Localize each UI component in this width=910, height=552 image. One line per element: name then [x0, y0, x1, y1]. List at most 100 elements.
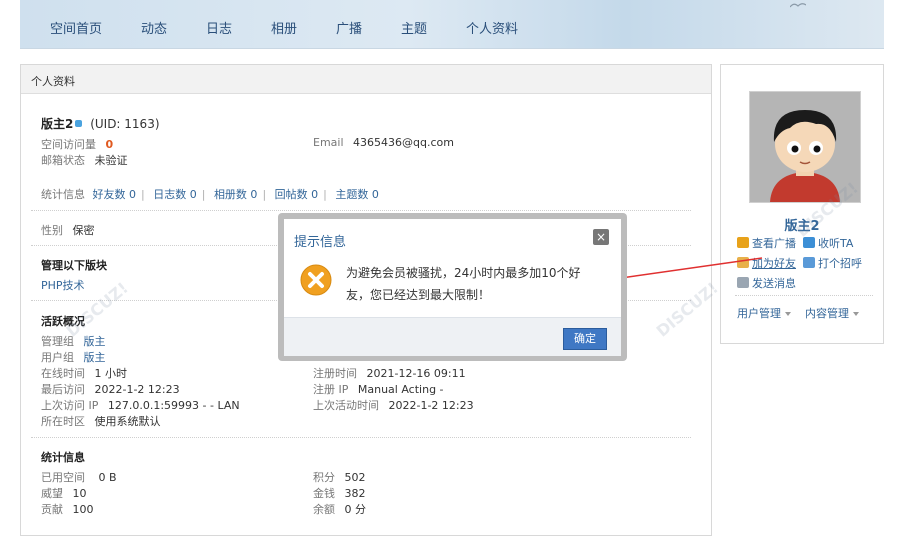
user-group-link[interactable]: 版主 [84, 351, 106, 364]
confirm-button[interactable]: 确定 [563, 328, 607, 350]
albums-count-link[interactable]: 相册数 0 [214, 188, 258, 201]
contrib-label: 贡献 [41, 503, 63, 516]
panel-title: 个人资料 [31, 75, 75, 88]
wave-icon [803, 257, 815, 268]
last-ip-value: 127.0.0.1:59993 - - LAN [107, 399, 240, 412]
money-row: 金钱 382 [313, 485, 366, 501]
dialog-message: 为避免会员被骚扰，24小时内最多加10个好友，您已经达到最大限制！ [346, 266, 581, 302]
divider [31, 437, 691, 438]
online-time-row: 在线时间 1 小时 [41, 365, 127, 381]
points-label: 积分 [313, 471, 335, 484]
moderation-title: 管理以下版块 [41, 259, 107, 272]
view-broadcast-link[interactable]: 查看广播 [737, 235, 796, 251]
dialog-footer: 确定 [284, 317, 621, 356]
gender-row: 性别 保密 [41, 222, 95, 238]
stats-links-row: 统计信息 好友数 0 | 日志数 0 | 相册数 0 | 回帖数 0 | 主题数 0 [41, 188, 379, 201]
gender-value: 保密 [72, 224, 95, 237]
online-status-icon [75, 120, 83, 127]
user-group-row: 用户组 版主 [41, 349, 106, 365]
last-ip-label: 上次访问 IP [41, 399, 99, 412]
divider [735, 295, 873, 296]
balance-label: 余额 [313, 503, 335, 516]
stats-links-label: 统计信息 [41, 188, 85, 201]
contrib-value: 100 [72, 503, 94, 516]
email-status-label: 邮箱状态 [41, 154, 85, 167]
moderated-forum-link[interactable]: PHP技术 [41, 277, 85, 293]
bird-decoration-icon [790, 3, 806, 8]
timezone-label: 所在时区 [41, 415, 85, 428]
contrib-row: 贡献 100 [41, 501, 94, 517]
timezone-value: 使用系统默认 [94, 415, 161, 428]
admin-group-label: 管理组 [41, 335, 74, 348]
prestige-label: 威望 [41, 487, 63, 500]
timezone-row: 所在时区 使用系统默认 [41, 413, 161, 429]
points-value: 502 [344, 471, 366, 484]
online-time-label: 在线时间 [41, 367, 85, 380]
email-label: Email [313, 136, 344, 149]
panel-header: 个人资料 [21, 65, 711, 94]
profile-uid: (UID: 1163) [90, 117, 160, 131]
online-time-value: 1 小时 [94, 367, 128, 380]
visits-label: 空间访问量 [41, 138, 96, 151]
last-visit-label: 最后访问 [41, 383, 85, 396]
listen-link[interactable]: 收听TA [803, 235, 853, 251]
reg-ip-label: 注册 IP [313, 383, 349, 396]
money-value: 382 [344, 487, 366, 500]
dialog-title: 提示信息 [294, 235, 347, 250]
reg-time-row: 注册时间 2021-12-16 09:11 [313, 365, 466, 381]
space-row: 已用空间 0 B [41, 469, 117, 485]
visits-row: 空间访问量 0 [41, 136, 113, 152]
reg-ip-row: 注册 IP Manual Acting - [313, 381, 444, 397]
chevron-down-icon [785, 312, 791, 316]
balance-row: 余额 0 分 [313, 501, 366, 517]
profile-username: 版主2 [41, 117, 74, 131]
email-row: Email 4365436@qq.com [313, 136, 454, 149]
greet-link[interactable]: 打个招呼 [803, 255, 862, 271]
chevron-down-icon [853, 312, 859, 316]
warning-x-icon [300, 264, 332, 296]
last-active-row: 上次活动时间 2022-1-2 12:23 [313, 397, 474, 413]
last-visit-value: 2022-1-2 12:23 [94, 383, 180, 396]
nav-blog[interactable]: 日志 [206, 18, 232, 37]
email-status-value: 未验证 [94, 154, 128, 167]
space-value: 0 B [98, 471, 117, 484]
content-manage-menu[interactable]: 内容管理 [805, 305, 859, 321]
balance-value: 0 分 [344, 503, 367, 516]
friends-count-link[interactable]: 好友数 0 [93, 188, 137, 201]
last-ip-row: 上次访问 IP 127.0.0.1:59993 - - LAN [41, 397, 240, 413]
nav-profile[interactable]: 个人资料 [466, 18, 518, 37]
visits-value: 0 [105, 138, 114, 151]
prestige-value: 10 [72, 487, 87, 500]
user-group-label: 用户组 [41, 351, 74, 364]
blogs-count-link[interactable]: 日志数 0 [153, 188, 197, 201]
space-label: 已用空间 [41, 471, 85, 484]
email-status-row: 邮箱状态 未验证 [41, 152, 128, 168]
reg-ip-value: Manual Acting - [357, 383, 444, 396]
reg-time-value: 2021-12-16 09:11 [366, 367, 466, 380]
threads-count-link[interactable]: 主题数 0 [335, 188, 379, 201]
dialog-overlay-frame: 提示信息 × 为避免会员被骚扰，24小时内最多加10个好友，您已经达到最大限制！… [278, 213, 627, 361]
last-visit-row: 最后访问 2022-1-2 12:23 [41, 381, 180, 397]
money-label: 金钱 [313, 487, 335, 500]
profile-card: 版主2 查看广播 收听TA 加为好友 打个招呼 发送消息 用户管理 内容管理 [720, 64, 884, 344]
nav-space-home[interactable]: 空间首页 [50, 18, 102, 37]
nav-broadcast[interactable]: 广播 [336, 18, 362, 37]
profile-name-line: 版主2 (UID: 1163) [41, 115, 160, 132]
email-value: 4365436@qq.com [353, 136, 454, 149]
stats-title: 统计信息 [41, 451, 85, 464]
last-active-label: 上次活动时间 [313, 399, 379, 412]
gender-label: 性别 [41, 224, 63, 237]
divider [31, 210, 691, 211]
close-icon[interactable]: × [593, 229, 609, 245]
admin-group-link[interactable]: 版主 [84, 335, 106, 348]
last-active-value: 2022-1-2 12:23 [388, 399, 474, 412]
prestige-row: 威望 10 [41, 485, 87, 501]
user-manage-menu[interactable]: 用户管理 [737, 305, 791, 321]
nav-feed[interactable]: 动态 [141, 18, 167, 37]
megaphone-icon [737, 237, 749, 248]
alert-dialog: 提示信息 × 为避免会员被骚扰，24小时内最多加10个好友，您已经达到最大限制！… [284, 219, 621, 356]
nav-threads[interactable]: 主题 [401, 18, 427, 37]
points-row: 积分 502 [313, 469, 366, 485]
nav-album[interactable]: 相册 [271, 18, 297, 37]
replies-count-link[interactable]: 回帖数 0 [275, 188, 319, 201]
